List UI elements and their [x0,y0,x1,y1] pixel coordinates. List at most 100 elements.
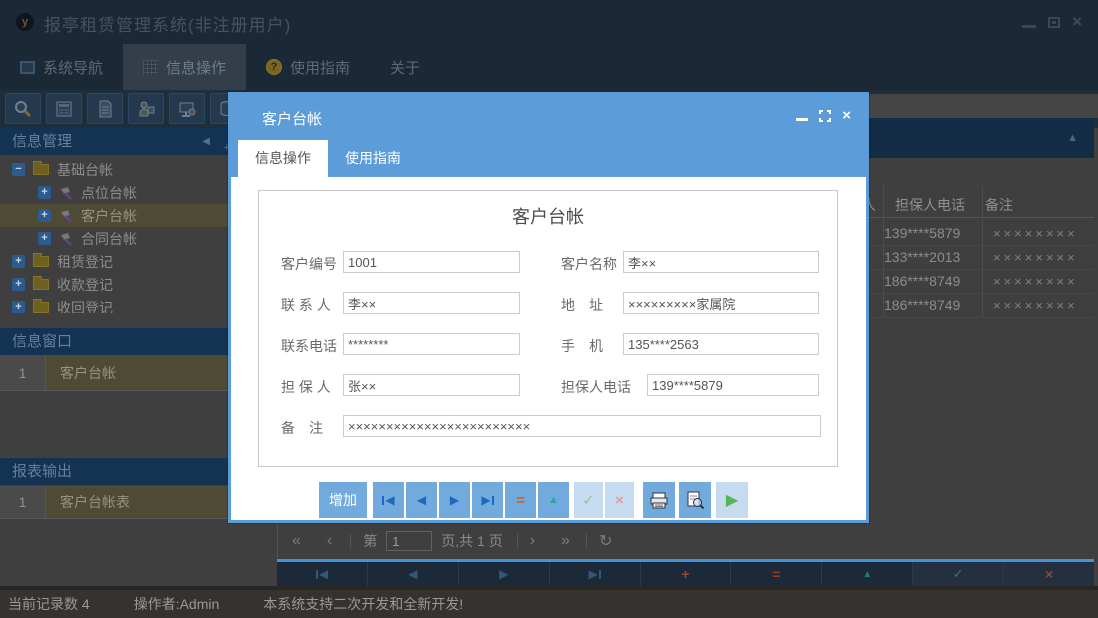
status-bar: 当前记录数 4 操作者:Admin 本系统支持二次开发和全新开发! [0,590,1098,618]
address-input[interactable] [623,292,819,314]
mobile-input[interactable] [623,333,819,355]
tree-item-payment-register[interactable]: + 收款登记 [0,273,228,296]
last-page-button[interactable]: » [561,532,570,550]
preview-button[interactable] [679,482,711,518]
grid-confirm-button[interactable]: ✓ [913,562,1005,586]
tree-item-contract-ledger[interactable]: + 合同台帐 [0,227,228,250]
report-list-item[interactable]: 1 客户台帐表 [0,486,228,519]
menu-label: 关于 [390,59,421,77]
dialog-close-icon[interactable]: × [842,108,851,123]
window-list-item[interactable]: 1 客户台帐 [0,355,228,391]
monitor-button[interactable] [169,93,205,124]
table-cell: 186****8749 [884,273,961,289]
customer-form: 客户台帐 客户编号 客户名称 联 系 人 地 址 联系电话 手 机 担 保 人 … [258,190,838,467]
dialog-minimize-icon[interactable] [796,118,809,121]
first-page-button[interactable]: « [292,532,301,550]
collapse-node-icon[interactable]: − [12,163,25,176]
collapse-left-icon[interactable]: ◀ [202,128,210,155]
menu-item-about[interactable]: 关于 [370,44,440,90]
first-record-button[interactable]: ◀ [373,482,404,518]
next-page-button[interactable]: › [530,532,535,550]
print-button[interactable] [643,482,675,518]
refresh-icon[interactable]: ↻ [599,531,612,551]
remark-input[interactable] [343,415,821,437]
help-icon: ? [266,59,283,75]
table-cell: 186****8749 [884,297,961,313]
add-button[interactable]: 增加 [319,482,367,518]
record-count-label: 当前记录数 4 [8,596,90,612]
tree-item-customer-ledger[interactable]: + 客户台帐 [0,204,228,227]
row-number: 1 [0,486,46,518]
page-number-input[interactable] [386,531,433,551]
document-button[interactable] [87,93,123,124]
menu-label: 信息操作 [166,59,227,77]
tree-label: 基础台帐 [57,161,113,178]
tree-item-return-register[interactable]: + 收回登记 [0,296,228,313]
expand-node-icon[interactable]: + [12,255,25,268]
dialog-maximize-icon[interactable] [819,110,832,122]
save-record-button[interactable]: ✓ [574,482,603,518]
form-button[interactable] [46,93,82,124]
customer-name-input[interactable] [623,251,819,273]
expand-node-icon[interactable]: + [12,278,25,291]
next-record-button[interactable]: ▶ [439,482,470,518]
app-window: y 报亭租赁管理系统(非注册用户) × 系统导航 信息操作 ? 使用指南 关于 [0,0,1098,618]
expand-node-icon[interactable]: + [38,186,51,199]
column-divider [982,186,983,318]
grid-edit-record-button[interactable]: ▲ [822,562,914,586]
grid-last-record-button[interactable]: ▶ [550,562,641,586]
tree-label: 合同台帐 [81,230,137,247]
user-button[interactable] [128,93,164,124]
grid-delete-record-button[interactable]: = [731,562,823,586]
folder-icon [33,299,49,313]
app-title: 报亭租赁管理系统(非注册用户) [44,16,292,35]
grid-add-record-button[interactable]: + [641,562,732,586]
grid-cancel-button[interactable]: × [1004,562,1095,586]
menu-item-system-nav[interactable]: 系统导航 [0,44,123,90]
expand-node-icon[interactable]: + [38,209,51,222]
guarantor-phone-input[interactable] [647,374,819,396]
collapse-panel-icon[interactable]: ▲ [1067,132,1078,144]
restore-icon[interactable] [1048,16,1061,28]
dialog-tab-user-guide[interactable]: 使用指南 [328,140,418,177]
grid-next-record-button[interactable]: ▶ [459,562,550,586]
expand-node-icon[interactable]: + [38,232,51,245]
contact-phone-input[interactable] [343,333,520,355]
tree-item-base-ledger[interactable]: − 基础台帐 [0,158,228,181]
menu-item-info-operation[interactable]: 信息操作 [123,44,247,90]
row-label: 客户台帐表 [46,486,228,518]
grid-prev-record-button[interactable]: ◀ [368,562,459,586]
cancel-record-button[interactable]: × [605,482,634,518]
last-record-button[interactable]: ▶ [472,482,503,518]
title-bar: y 报亭租赁管理系统(非注册用户) × [0,0,1098,44]
tree-label: 点位台帐 [81,184,137,201]
close-icon[interactable]: × [1072,13,1082,30]
preview-icon [687,491,705,510]
tree-item-point-ledger[interactable]: + 点位台帐 [0,181,228,204]
run-button[interactable]: ▶ [716,482,748,518]
minimize-icon[interactable] [1022,24,1037,28]
tree-label: 租赁登记 [57,253,113,270]
prev-page-button[interactable]: ‹ [327,532,332,550]
sidebar-nav-title: 信息管理 [12,133,73,150]
edit-record-button[interactable]: ▲ [538,482,569,518]
prev-record-button[interactable]: ◀ [406,482,437,518]
expand-node-icon[interactable]: + [12,301,25,313]
dialog-title: 客户台帐 [262,111,323,128]
contact-input[interactable] [343,292,520,314]
customer-id-input[interactable] [343,251,520,273]
pagination-divider [516,534,518,548]
delete-record-button[interactable]: = [505,482,536,518]
operator-label: 操作者:Admin [133,596,220,612]
dialog-body: 客户台帐 客户编号 客户名称 联 系 人 地 址 联系电话 手 机 担 保 人 … [231,177,866,520]
grid-first-record-button[interactable]: ◀ [277,562,368,586]
table-cell: 133****2013 [884,249,961,265]
tree-item-rental-register[interactable]: + 租赁登记 [0,250,228,273]
guarantor-input[interactable] [343,374,520,396]
menu-item-user-guide[interactable]: ? 使用指南 [246,44,370,90]
app-logo-icon: y [16,13,34,31]
document-icon [99,100,112,117]
page-prefix-label: 第 [363,533,378,549]
search-button[interactable] [5,93,41,124]
dialog-tab-info-operation[interactable]: 信息操作 [238,140,328,177]
